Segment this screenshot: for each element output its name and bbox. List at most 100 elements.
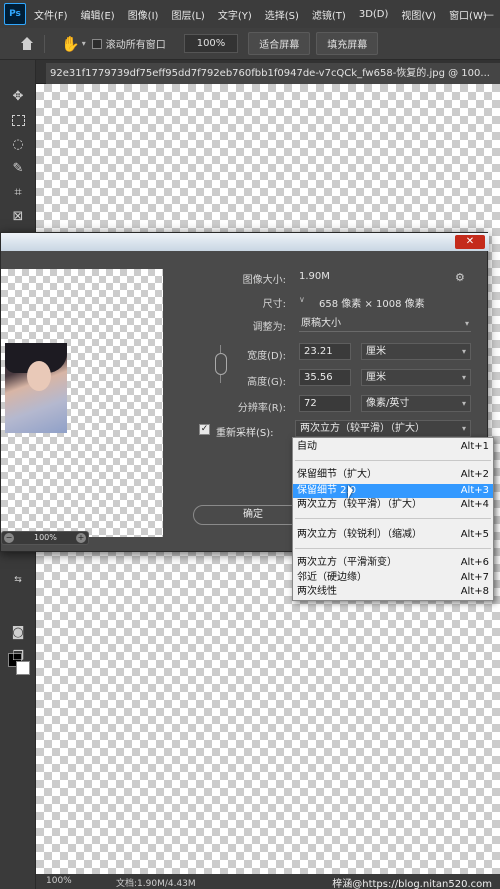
chevron-down-icon: ▾ xyxy=(464,319,469,328)
menu-filter[interactable]: 滤镜(T) xyxy=(312,7,346,22)
menu-layer[interactable]: 图层(L) xyxy=(171,7,204,22)
height-unit-select[interactable]: 厘米 ▾ xyxy=(361,369,471,386)
divider xyxy=(295,518,491,519)
dimensions-label: 尺寸: xyxy=(262,299,286,310)
resample-value: 两次立方（较平滑）（扩大） xyxy=(300,423,425,434)
resample-dropdown: 自动 Alt+1 保留细节（扩大） Alt+2 保留细节 2.0 Alt+3 两… xyxy=(292,437,494,601)
width-unit-select[interactable]: 厘米 ▾ xyxy=(361,343,471,360)
photo-face xyxy=(27,361,51,391)
width-label: 宽度(D): xyxy=(247,351,286,362)
option-label: 两次立方（平滑渐变） xyxy=(297,557,397,568)
preview-zoom-control: − 100% + xyxy=(1,531,89,545)
gear-icon[interactable]: ⚙ xyxy=(455,271,465,284)
menu-type[interactable]: 文字(Y) xyxy=(218,7,252,22)
option-label: 自动 xyxy=(297,441,317,452)
option-shortcut: Alt+7 xyxy=(460,572,489,583)
watermark: 梓涵@https://blog.nitan520.com xyxy=(332,879,492,889)
chevron-down-icon: ▾ xyxy=(461,373,466,382)
screen-mode-icon[interactable]: ❐ xyxy=(8,646,28,666)
scroll-all-label: 滚动所有窗口 xyxy=(105,40,166,51)
zoom-in-icon[interactable]: + xyxy=(76,533,86,543)
image-size-label: 图像大小: xyxy=(242,275,286,286)
lasso-icon[interactable]: ◌ xyxy=(8,134,28,154)
resample-option-bicubic-smoother[interactable]: 两次立方（较平滑）（扩大） Alt+4 xyxy=(293,498,493,512)
menu-view[interactable]: 视图(V) xyxy=(401,7,436,22)
home-icon[interactable] xyxy=(20,36,34,51)
resample-option-preserve-details[interactable]: 保留细节（扩大） Alt+2 xyxy=(293,468,493,482)
chevron-down-icon: ▾ xyxy=(461,347,466,356)
resample-option-nearest-neighbor[interactable]: 邻近（硬边缘） Alt+7 xyxy=(293,571,493,585)
resolution-input[interactable]: 72 xyxy=(299,395,351,412)
options-bar: ✋ ▾ 滚动所有窗口 100% 适合屏幕 填充屏幕 xyxy=(0,28,500,60)
status-zoom[interactable]: 100% xyxy=(46,876,72,886)
option-label: 两次立方（较锐利）（缩减） xyxy=(297,529,422,540)
dialog-titlebar[interactable]: ✕ xyxy=(1,233,489,251)
option-shortcut: Alt+2 xyxy=(460,469,489,480)
menu-file[interactable]: 文件(F) xyxy=(34,7,68,22)
option-label: 邻近（硬边缘） xyxy=(297,572,367,583)
resolution-unit-select[interactable]: 像素/英寸 ▾ xyxy=(361,395,471,412)
menu-image[interactable]: 图像(I) xyxy=(128,7,159,22)
fill-screen-button[interactable]: 填充屏幕 xyxy=(316,32,379,55)
document-tab[interactable]: 92e31f1779739df75eff95dd7f792eb760fbb1f0… xyxy=(46,63,500,84)
menu-select[interactable]: 选择(S) xyxy=(265,7,299,22)
photoshop-logo: Ps xyxy=(4,3,26,25)
resample-checkbox[interactable]: ✓ xyxy=(199,424,210,435)
scroll-all-checkbox[interactable] xyxy=(91,38,102,49)
height-unit-value: 厘米 xyxy=(366,372,386,383)
resample-option-bicubic-sharper[interactable]: 两次立方（较锐利）（缩减） Alt+5 xyxy=(293,528,493,542)
height-label: 高度(G): xyxy=(247,377,286,388)
hand-tool-icon[interactable]: ✋ xyxy=(61,35,80,53)
option-label: 保留细节（扩大） xyxy=(297,469,377,480)
frame-icon[interactable]: ⊠ xyxy=(8,206,28,226)
option-label: 两次立方（较平滑）（扩大） xyxy=(297,499,422,510)
photoshop-window: Ps 文件(F) 编辑(E) 图像(I) 图层(L) 文字(Y) 选择(S) 滤… xyxy=(0,0,500,889)
resample-option-bicubic-smooth-gradients[interactable]: 两次立方（平滑渐变） Alt+6 xyxy=(293,556,493,570)
menu-window[interactable]: 窗口(W) xyxy=(449,7,487,22)
option-label: 两次线性 xyxy=(297,586,337,597)
swap-colors-icon[interactable]: ⇆ xyxy=(8,570,28,590)
chevron-down-icon[interactable]: ▾ xyxy=(82,39,86,48)
width-unit-value: 厘米 xyxy=(366,346,386,357)
option-shortcut: Alt+5 xyxy=(460,529,489,540)
close-button[interactable]: ✕ xyxy=(455,235,485,249)
chevron-down-icon[interactable]: ∨ xyxy=(299,295,305,304)
resolution-unit-value: 像素/英寸 xyxy=(366,398,410,409)
fit-screen-button[interactable]: 适合屏幕 xyxy=(248,32,311,55)
divider xyxy=(44,34,45,53)
option-shortcut: Alt+8 xyxy=(460,586,489,597)
move-icon[interactable]: ✥ xyxy=(8,86,28,106)
preview-photo xyxy=(5,343,67,433)
mouse-cursor-icon xyxy=(348,485,353,499)
option-shortcut: Alt+1 xyxy=(460,441,489,452)
resample-option-auto[interactable]: 自动 Alt+1 xyxy=(293,440,493,454)
divider xyxy=(295,548,491,549)
resolution-label: 分辨率(R): xyxy=(237,403,286,414)
preview-area[interactable]: − 100% + xyxy=(1,269,163,545)
image-size-value: 1.90M xyxy=(299,271,330,282)
zoom-out-icon[interactable]: − xyxy=(4,533,14,543)
option-shortcut: Alt+6 xyxy=(460,557,489,568)
zoom-field[interactable]: 100% xyxy=(183,34,239,53)
resample-select[interactable]: 两次立方（较平滑）（扩大） ▾ xyxy=(295,420,471,437)
minimize-button[interactable]: — xyxy=(483,8,494,21)
menu-3d[interactable]: 3D(D) xyxy=(359,9,389,20)
resample-option-preserve-details-2[interactable]: 保留细节 2.0 Alt+3 xyxy=(293,484,493,498)
menu-bar: Ps 文件(F) 编辑(E) 图像(I) 图层(L) 文字(Y) 选择(S) 滤… xyxy=(0,0,500,28)
chevron-down-icon: ▾ xyxy=(461,399,466,408)
height-input[interactable]: 35.56 xyxy=(299,369,351,386)
width-input[interactable]: 23.21 xyxy=(299,343,351,360)
menu-edit[interactable]: 编辑(E) xyxy=(81,7,115,22)
quick-select-icon[interactable]: ✎ xyxy=(8,158,28,178)
status-doc-info[interactable]: 文档:1.90M/4.43M xyxy=(116,876,196,889)
dimensions-value: 658 像素 × 1008 像素 xyxy=(319,299,425,310)
fit-to-select[interactable]: 原稿大小 ▾ xyxy=(299,317,471,332)
marquee-icon[interactable] xyxy=(8,110,28,130)
quick-mask-icon[interactable]: ◙ xyxy=(8,622,28,642)
resample-option-bilinear[interactable]: 两次线性 Alt+8 xyxy=(293,585,493,599)
crop-icon[interactable]: ⌗ xyxy=(8,182,28,202)
status-bar: 100% 文档:1.90M/4.43M 梓涵@https://blog.nita… xyxy=(36,874,500,889)
preview-zoom-value: 100% xyxy=(34,533,57,542)
divider xyxy=(295,460,491,461)
resample-label: 重新采样(S): xyxy=(216,428,274,439)
